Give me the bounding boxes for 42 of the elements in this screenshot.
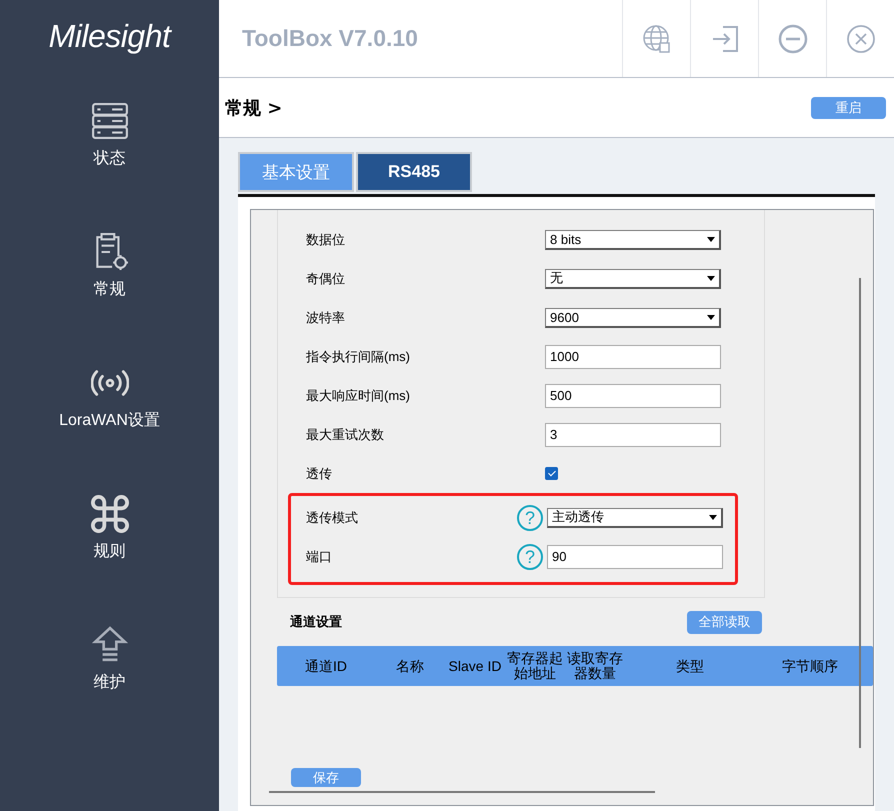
globe-icon <box>640 22 672 54</box>
dropdown[interactable]: 无 <box>545 268 721 288</box>
breadcrumb: 常规 > <box>225 96 282 120</box>
app-title: ToolBox V7.0.10 <box>241 24 419 53</box>
field-label: 奇偶位 <box>306 270 346 288</box>
column-header: 类型 <box>675 658 705 674</box>
field-label: 透传模式 <box>306 508 359 526</box>
caret-icon <box>707 236 715 242</box>
dropdown[interactable]: 主动透传 <box>547 508 723 528</box>
tab[interactable]: RS485 <box>356 152 472 192</box>
column-header: 字节顺序 <box>781 658 839 674</box>
logo: Milesight <box>48 18 170 56</box>
field-label: 透传 <box>306 464 333 482</box>
dropdown[interactable]: 8 bits <box>545 230 721 250</box>
field-label: 端口 <box>306 548 333 566</box>
dropdown[interactable]: 9600 <box>545 308 721 328</box>
field-label: 最大重试次数 <box>306 426 385 444</box>
column-header: 通道ID <box>304 658 348 674</box>
section-title: 通道设置 <box>290 613 342 631</box>
field-label: 波特率 <box>306 308 346 326</box>
checkbox[interactable] <box>545 467 558 480</box>
command-icon <box>90 495 128 533</box>
input-field[interactable]: 1000 <box>545 344 721 368</box>
caret-icon <box>707 314 715 320</box>
column-header: Slave ID <box>448 658 502 674</box>
close-icon <box>844 22 876 54</box>
field-label: 指令执行间隔(ms) <box>306 348 411 366</box>
field-label: 最大响应时间(ms) <box>306 386 411 404</box>
caret-icon <box>707 276 715 280</box>
field-label: 数据位 <box>306 230 346 248</box>
up-arrow-icon <box>90 626 128 664</box>
column-header: 名称 <box>395 658 425 674</box>
column-header: 读取寄存器数量 <box>566 651 624 681</box>
minimize-icon <box>776 22 808 54</box>
input-field[interactable]: 500 <box>545 384 721 408</box>
horizontal-scrollbar[interactable] <box>269 791 655 793</box>
vertical-scrollbar[interactable] <box>859 278 861 748</box>
input-field[interactable]: 3 <box>545 422 721 446</box>
column-header: 寄存器起始地址 <box>506 651 564 681</box>
server-icon <box>90 102 128 140</box>
input-field[interactable]: 90 <box>547 544 723 568</box>
caret-icon <box>709 514 717 520</box>
